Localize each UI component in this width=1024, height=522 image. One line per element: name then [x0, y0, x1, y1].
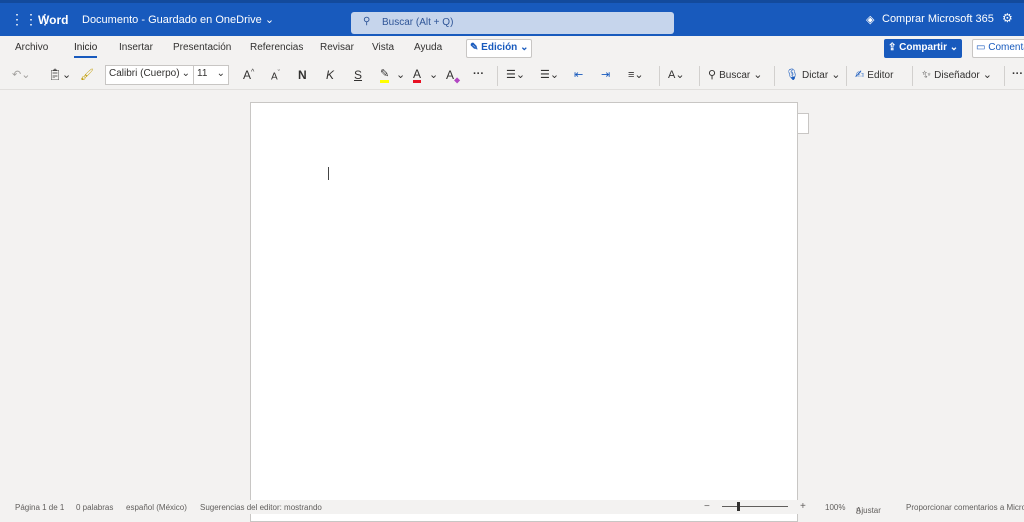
decrease-indent-icon[interactable]: ⇤ [574, 68, 583, 81]
font-size-select[interactable]: 11 ⌄ [193, 65, 229, 85]
ribbon-toolbar: ↶⌄ 📋︎⌄ 🖌︎ Calibri (Cuerpo) ⌄ 11 ⌄ A^ Aˇ N … [0, 60, 1024, 90]
designer-label: Diseñador [934, 70, 980, 81]
editing-mode-label: Edición [481, 42, 518, 53]
grow-font-button[interactable]: A^ [243, 68, 254, 82]
magic-wand-icon: ✨︎ [922, 69, 932, 81]
designer-button[interactable]: ✨︎ Diseñador ⌄ [922, 68, 992, 82]
divider [659, 66, 660, 86]
tab-revisar[interactable]: Revisar [320, 42, 354, 53]
shrink-font-button[interactable]: Aˇ [271, 70, 280, 82]
language[interactable]: español (México) [126, 503, 187, 512]
divider [699, 66, 700, 86]
share-label: Compartir [899, 42, 947, 53]
chevron-down-icon: ⌄ [264, 14, 275, 26]
chevron-down-icon: ⌄ [949, 42, 959, 53]
more-options-button[interactable]: ··· [473, 68, 484, 80]
editor-label: Editor [867, 70, 894, 81]
status-bar: Página 1 de 1 0 palabras español (México… [0, 500, 1024, 515]
underline-button[interactable]: S [354, 68, 362, 82]
title-bar: ⋮⋮⋮ Word Documento - Guardado en OneDriv… [0, 0, 1024, 36]
word-count[interactable]: 0 palabras [76, 503, 113, 512]
divider [846, 66, 847, 86]
dictate-label: Dictar [802, 70, 829, 81]
ribbon-tabs: Archivo Inicio Insertar Presentación Ref… [0, 36, 1024, 60]
divider [912, 66, 913, 86]
tab-archivo[interactable]: Archivo [15, 42, 48, 53]
chevron-down-icon[interactable]: ⌄ [429, 68, 438, 81]
comments-button[interactable]: ▭ Comentarios [972, 39, 1024, 58]
align-icon[interactable]: ≡⌄ [628, 68, 644, 81]
shrink-font-label: A [271, 71, 278, 83]
share-button[interactable]: ⇪ Compartir ⌄ [884, 39, 963, 58]
font-color-icon[interactable]: A [413, 68, 422, 83]
more-commands-button[interactable]: ··· [1012, 68, 1023, 80]
chevron-down-icon[interactable]: ⌄ [396, 68, 405, 81]
clear-formatting-icon[interactable]: A◆ [446, 68, 460, 84]
tab-presentacion[interactable]: Presentación [173, 42, 231, 53]
chevron-down-icon: ⌄ [181, 68, 190, 79]
find-button[interactable]: ⚲ Buscar ⌄ [708, 68, 763, 81]
feedback-link[interactable]: Proporcionar comentarios a Microsoft [906, 503, 1024, 512]
paste-icon[interactable]: 📋︎⌄ [48, 68, 71, 81]
dictate-button[interactable]: 🎙︎ Dictar ⌄ [785, 68, 840, 81]
find-label: Buscar [719, 70, 751, 81]
divider [1004, 66, 1005, 86]
editor-suggestions[interactable]: Sugerencias del editor: mostrando [200, 503, 322, 512]
share-icon: ⇪ [888, 42, 897, 53]
tab-inicio[interactable]: Inicio [74, 42, 98, 58]
font-size-value: 11 [197, 68, 208, 79]
zoom-out-button[interactable]: − [704, 501, 710, 512]
undo-icon[interactable]: ↶⌄ [12, 68, 30, 81]
styles-icon[interactable]: A⌄ [668, 68, 685, 81]
increase-indent-icon[interactable]: ⇥ [601, 68, 610, 81]
tab-insertar[interactable]: Insertar [119, 42, 153, 53]
tab-ayuda[interactable]: Ayuda [414, 42, 442, 53]
zoom-slider[interactable] [722, 506, 788, 507]
editor-pen-icon: ✍︎ [855, 69, 865, 81]
divider [497, 66, 498, 86]
zoom-slider-thumb[interactable] [737, 502, 740, 511]
document-title[interactable]: Documento - Guardado en OneDrive ⌄ [82, 13, 274, 26]
save-status: Guardado en OneDrive [148, 14, 262, 26]
microphone-icon: 🎙︎ [785, 69, 799, 81]
search-placeholder: Buscar (Alt + Q) [382, 17, 454, 28]
pencil-icon: ✎ [470, 42, 479, 53]
font-name-select[interactable]: Calibri (Cuerpo) ⌄ [105, 65, 194, 85]
title-separator: - [141, 14, 145, 26]
comments-label: Comentarios [988, 42, 1024, 53]
search-icon: ⚲ [363, 16, 371, 27]
zoom-level[interactable]: 100% [825, 503, 845, 512]
diamond-icon: ◈ [866, 14, 875, 26]
numbering-icon[interactable]: ☰⌄ [540, 68, 559, 81]
bullets-icon[interactable]: ☰⌄ [506, 68, 525, 81]
chevron-down-icon: ⌄ [520, 42, 529, 53]
search-icon: ⚲ [708, 69, 717, 81]
font-name-value: Calibri (Cuerpo) [109, 68, 180, 79]
page-count: Página 1 de 1 [15, 503, 65, 512]
divider [774, 66, 775, 86]
search-input[interactable]: ⚲ Buscar (Alt + Q) [351, 12, 674, 34]
grow-font-label: A [243, 68, 252, 82]
text-cursor [328, 167, 329, 180]
bold-button[interactable]: N [298, 68, 307, 82]
gear-icon[interactable]: ⚙ [1002, 11, 1013, 25]
document-page[interactable] [250, 102, 798, 522]
comment-icon: ▭ [976, 42, 986, 53]
editing-mode-button[interactable]: ✎ Edición ⌄ [466, 39, 533, 58]
page-side-tab[interactable] [797, 113, 809, 134]
chevron-down-icon: ⌄ [216, 68, 225, 79]
tab-vista[interactable]: Vista [372, 42, 394, 53]
editor-button[interactable]: ✍︎ Editor [855, 68, 893, 81]
tab-referencias[interactable]: Referencias [250, 42, 303, 53]
highlight-icon[interactable]: ✎ [380, 68, 390, 83]
app-name[interactable]: Word [38, 13, 68, 27]
doc-title: Documento [82, 14, 139, 26]
buy-microsoft-365-link[interactable]: Comprar Microsoft 365 [882, 13, 994, 25]
italic-button[interactable]: K [326, 68, 334, 82]
zoom-in-button[interactable]: + [800, 501, 806, 512]
format-painter-icon[interactable]: 🖌︎ [80, 68, 94, 81]
